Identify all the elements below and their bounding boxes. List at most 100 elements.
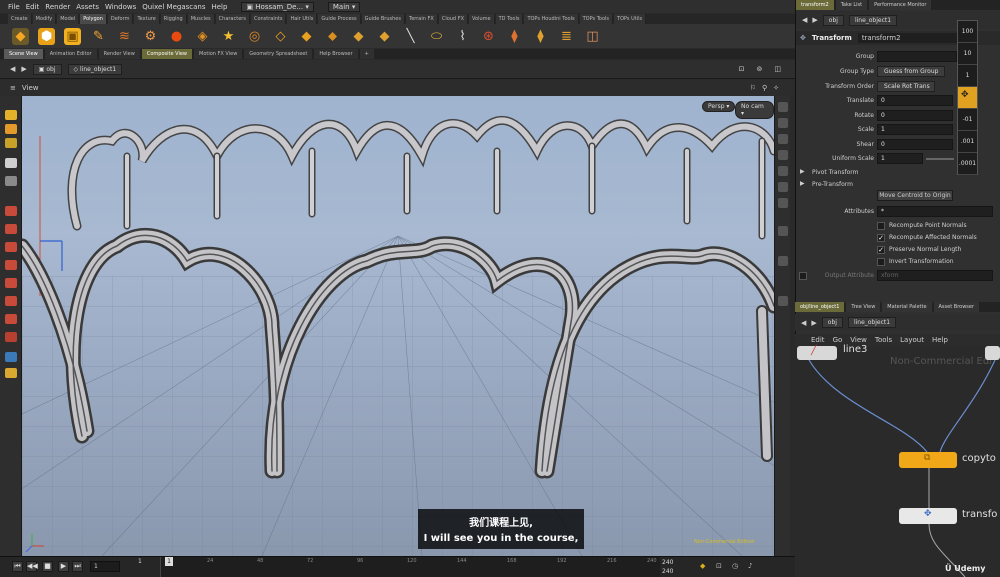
node-transform[interactable]: ✥: [899, 508, 957, 524]
tab-network[interactable]: obj/line_object1: [795, 302, 845, 312]
ladder-step[interactable]: 1: [958, 65, 977, 87]
uniform-scale-field[interactable]: 1: [877, 153, 923, 164]
menu-help[interactable]: Help: [211, 3, 227, 11]
sweep-tool-icon[interactable]: ⌇: [454, 28, 471, 45]
boolean-tool-icon[interactable]: ⧫: [532, 28, 549, 45]
pin-icon[interactable]: ⊡: [739, 65, 745, 73]
move-tool-icon[interactable]: [5, 124, 17, 134]
remesh-tool-icon[interactable]: ⊛: [480, 28, 497, 45]
viewport[interactable]: Persp ▾ No cam ▾ Non-Commercial Edition: [22, 96, 774, 556]
polyextrude-tool-icon[interactable]: ◆: [12, 27, 29, 45]
sphere-tool-icon[interactable]: ●: [168, 28, 185, 45]
net-menu-edit[interactable]: Edit: [811, 336, 825, 344]
torus-tool-icon[interactable]: ◎: [246, 28, 263, 45]
rotate-field[interactable]: 0: [877, 110, 953, 121]
shelf-tab[interactable]: TOPs Houdini Tools: [524, 14, 579, 24]
output-attribute-checkbox[interactable]: [799, 272, 807, 280]
pointer-tool-icon[interactable]: [5, 158, 17, 168]
net-menu-help[interactable]: Help: [932, 336, 948, 344]
tab-performance-monitor[interactable]: Performance Monitor: [869, 0, 932, 10]
shelf-tab[interactable]: Terrain FX: [406, 14, 438, 24]
jump-start-button[interactable]: ⏮: [12, 561, 23, 572]
desktop-select[interactable]: ▣ Hossam_De... ▾: [241, 1, 314, 12]
guide-icon[interactable]: [778, 256, 788, 266]
polysplit-tool-icon[interactable]: ✎: [90, 28, 107, 45]
net-path-root[interactable]: obj: [821, 317, 843, 328]
ladder-step[interactable]: .0001: [958, 153, 977, 175]
polybevel-tool-icon[interactable]: ⬢: [38, 27, 55, 45]
recompute-point-checkbox[interactable]: [877, 222, 885, 230]
tab-transform2[interactable]: transform2: [796, 0, 834, 10]
shear-field[interactable]: 0: [877, 139, 953, 150]
shelf-tab[interactable]: Muscles: [187, 14, 215, 24]
tab-geometry-spreadsheet[interactable]: Geometry Spreadsheet: [244, 49, 313, 59]
snap-grid-icon[interactable]: [5, 296, 17, 306]
uv-tool-icon[interactable]: ≣: [558, 28, 575, 45]
end-field[interactable]: 240: [662, 559, 673, 566]
lock-icon[interactable]: ⚲: [762, 84, 767, 92]
ladder-step[interactable]: .001: [958, 131, 977, 153]
expand-icon[interactable]: ▶: [800, 180, 805, 187]
viewer-menu-icon[interactable]: ≡: [10, 84, 16, 92]
menu-file[interactable]: File: [8, 3, 20, 11]
normals-icon[interactable]: [778, 198, 788, 208]
key-icon[interactable]: ◆: [700, 562, 705, 570]
main-select[interactable]: Main ▾: [327, 1, 361, 12]
menu-render[interactable]: Render: [45, 3, 70, 11]
tab-scene-view[interactable]: Scene View: [4, 49, 43, 59]
view-tool-icon[interactable]: [5, 176, 17, 186]
path-root[interactable]: ▣ obj: [32, 63, 62, 75]
shelf-tab[interactable]: Characters: [215, 14, 250, 24]
lighting-icon[interactable]: [778, 118, 788, 128]
invert-checkbox[interactable]: [877, 258, 885, 266]
wireframe-icon[interactable]: [778, 166, 788, 176]
output-attribute-field[interactable]: xform: [877, 270, 993, 281]
shelf-tab[interactable]: Model: [57, 14, 80, 24]
shelf-tab[interactable]: Hair Utils: [287, 14, 318, 24]
ladder-step[interactable]: 10: [958, 43, 977, 65]
frame-field[interactable]: 1: [90, 561, 120, 572]
move-centroid-button[interactable]: Move Centroid to Origin: [877, 190, 953, 201]
node-line3[interactable]: ╱: [797, 346, 837, 360]
shelf-tab[interactable]: Guide Process: [318, 14, 361, 24]
vis-icon[interactable]: ✧: [773, 84, 779, 92]
display-options-icon[interactable]: [778, 102, 788, 112]
polyreduce-tool-icon[interactable]: ⚙: [142, 28, 159, 45]
auto-key-icon[interactable]: ⊡: [716, 562, 722, 570]
expand-icon[interactable]: ▶: [800, 168, 805, 175]
line-tool-icon[interactable]: ╲: [402, 28, 419, 45]
tab-help-browser[interactable]: Help Browser: [314, 49, 358, 59]
frame-ruler[interactable]: 1 24 48 72 96 120 144 168 192 216 240: [160, 557, 660, 577]
shelf-tab[interactable]: Texture: [134, 14, 160, 24]
snap-icon[interactable]: ⚐: [750, 84, 756, 92]
back-icon[interactable]: ◀: [10, 65, 15, 73]
xform-order-dropdown[interactable]: Scale Rot Trans: [877, 81, 935, 92]
ghost-icon[interactable]: [778, 134, 788, 144]
tab-take-list[interactable]: Take List: [835, 0, 868, 10]
tab-material-palette[interactable]: Material Palette: [882, 302, 932, 312]
tab-animation-editor[interactable]: Animation Editor: [44, 49, 97, 59]
layout-icon[interactable]: ◫: [774, 65, 781, 73]
net-menu-layout[interactable]: Layout: [900, 336, 924, 344]
shelf-tab-active[interactable]: Polygon: [80, 14, 107, 24]
scale-field[interactable]: 1: [877, 124, 953, 135]
magnet-tool-icon[interactable]: [5, 260, 17, 270]
shelf-tab[interactable]: TOPs Tools: [579, 14, 614, 24]
polywire-tool-icon[interactable]: ◈: [194, 28, 211, 45]
stamp-tool-icon[interactable]: ◫: [584, 28, 601, 45]
shelf-tab[interactable]: Constraints: [250, 14, 287, 24]
net-forward-icon[interactable]: ▶: [811, 319, 816, 327]
shading-icon[interactable]: [778, 150, 788, 160]
tab-render-view[interactable]: Render View: [98, 49, 140, 59]
tab-asset-browser[interactable]: Asset Browser: [933, 302, 980, 312]
shelf-tab[interactable]: Rigging: [160, 14, 187, 24]
node-name-field[interactable]: transform2: [857, 33, 968, 43]
brush-tool-icon[interactable]: [5, 242, 17, 252]
smooth-tool-icon[interactable]: ◆: [350, 28, 367, 45]
cam-menu[interactable]: No cam ▾: [735, 101, 774, 119]
step-back-button[interactable]: ◀◀: [26, 561, 38, 572]
tab-motion-fx-view[interactable]: Motion FX View: [194, 49, 243, 59]
shelf-tab[interactable]: Deform: [107, 14, 134, 24]
network-editor[interactable]: obj/line_object1 Tree View Material Pale…: [795, 302, 1000, 577]
snap-point-icon[interactable]: [5, 278, 17, 288]
